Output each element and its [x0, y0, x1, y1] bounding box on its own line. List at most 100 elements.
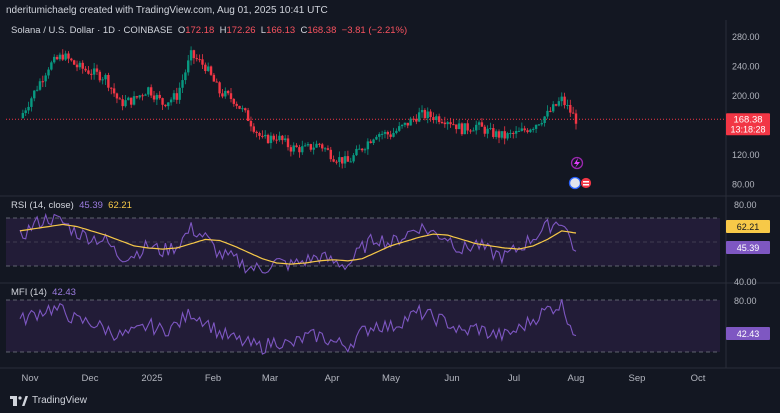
candle[interactable] [167, 102, 170, 110]
candle[interactable] [363, 147, 367, 154]
candle[interactable] [486, 125, 489, 139]
candle[interactable] [543, 116, 546, 127]
candle[interactable] [358, 144, 361, 150]
candle[interactable] [281, 135, 284, 145]
candle[interactable] [192, 49, 196, 64]
candle[interactable] [92, 62, 96, 80]
candle[interactable] [514, 126, 518, 139]
candle[interactable] [98, 69, 102, 83]
candle[interactable] [127, 96, 130, 101]
candle[interactable] [244, 107, 247, 113]
candle[interactable] [67, 51, 70, 64]
candle[interactable] [549, 107, 552, 113]
candle[interactable] [238, 105, 241, 110]
candle[interactable] [323, 146, 327, 152]
candle[interactable] [380, 130, 384, 140]
candle[interactable] [546, 105, 549, 119]
candle[interactable] [415, 114, 418, 125]
candle[interactable] [466, 119, 469, 135]
candle[interactable] [172, 90, 176, 102]
candle[interactable] [480, 118, 484, 127]
candle[interactable] [355, 145, 358, 157]
candle[interactable] [537, 123, 541, 126]
candle[interactable] [255, 130, 258, 138]
chart-canvas[interactable]: 280.00 240.00 200.00 120.00 80.00 168.38 13:… [0, 0, 780, 413]
candle[interactable] [209, 65, 213, 77]
candle[interactable] [469, 129, 472, 134]
candle[interactable] [340, 157, 344, 169]
candle[interactable] [457, 119, 461, 130]
candle[interactable] [224, 87, 227, 99]
candle[interactable] [574, 109, 578, 130]
candle[interactable] [349, 157, 352, 163]
candle[interactable] [84, 66, 87, 72]
candle[interactable] [155, 92, 159, 106]
candle[interactable] [460, 122, 464, 136]
candle[interactable] [121, 95, 124, 111]
candle[interactable] [326, 145, 330, 151]
candle[interactable] [58, 52, 62, 62]
candle[interactable] [249, 116, 253, 132]
candle[interactable] [429, 109, 432, 122]
candles-layer[interactable] [21, 46, 578, 169]
candle[interactable] [112, 83, 116, 97]
candle[interactable] [352, 152, 355, 164]
candle[interactable] [497, 129, 501, 144]
candle[interactable] [532, 127, 535, 133]
candle[interactable] [529, 128, 532, 133]
candle[interactable] [523, 125, 526, 133]
candle[interactable] [489, 122, 492, 131]
candle[interactable] [423, 108, 427, 121]
candle[interactable] [398, 122, 401, 133]
candle[interactable] [400, 124, 404, 129]
candle[interactable] [329, 146, 332, 162]
candle[interactable] [426, 107, 429, 124]
candle[interactable] [432, 112, 435, 124]
candle[interactable] [569, 99, 572, 117]
candle[interactable] [81, 60, 84, 74]
candle[interactable] [446, 120, 449, 130]
candle[interactable] [164, 104, 167, 108]
candle[interactable] [563, 92, 566, 109]
candle[interactable] [494, 129, 498, 140]
candle[interactable] [64, 50, 67, 62]
candle[interactable] [472, 127, 475, 132]
candle[interactable] [318, 142, 321, 148]
candle[interactable] [566, 99, 569, 110]
candle[interactable] [115, 92, 119, 104]
candle[interactable] [175, 87, 179, 104]
candle[interactable] [315, 140, 318, 148]
candle[interactable] [246, 107, 250, 122]
candle[interactable] [412, 116, 415, 123]
event-marker-lightning-icon[interactable] [570, 156, 584, 170]
candle[interactable] [289, 144, 293, 157]
candle[interactable] [278, 131, 281, 142]
candle[interactable] [406, 122, 409, 129]
candle[interactable] [187, 55, 190, 76]
candle[interactable] [130, 97, 133, 108]
candle[interactable] [509, 129, 512, 138]
candle[interactable] [366, 138, 370, 155]
candle[interactable] [437, 113, 441, 125]
candle[interactable] [360, 148, 364, 153]
candle[interactable] [557, 97, 561, 107]
candle[interactable] [534, 124, 538, 133]
candle[interactable] [571, 106, 575, 114]
candle[interactable] [275, 134, 278, 144]
candle[interactable] [409, 116, 412, 126]
candle[interactable] [35, 85, 39, 92]
candle[interactable] [212, 73, 216, 82]
candle[interactable] [455, 124, 458, 134]
candle[interactable] [87, 66, 90, 75]
candle[interactable] [346, 150, 350, 162]
candle[interactable] [158, 91, 161, 100]
candle[interactable] [78, 60, 82, 70]
candle[interactable] [560, 92, 563, 107]
candle[interactable] [503, 126, 506, 145]
candle[interactable] [321, 142, 324, 152]
candle[interactable] [512, 131, 515, 139]
candle[interactable] [301, 140, 304, 155]
candle[interactable] [241, 105, 244, 113]
candle[interactable] [47, 67, 50, 79]
candle[interactable] [369, 139, 372, 144]
